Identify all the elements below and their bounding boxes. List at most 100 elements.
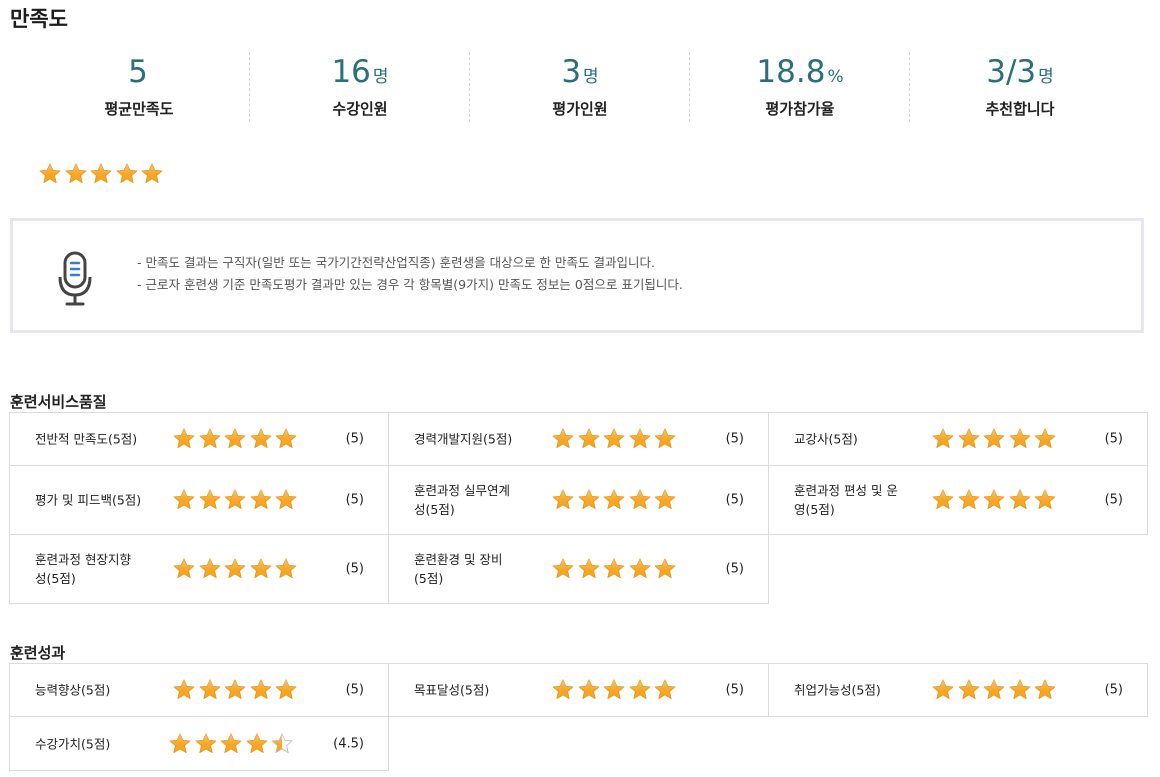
rating-cell: 목표달성(5점) (5) <box>388 663 769 717</box>
star-icon <box>274 557 298 581</box>
stat-value: 3 <box>561 54 582 90</box>
star-icon <box>168 732 192 756</box>
star-icon <box>270 732 294 756</box>
star-icon <box>628 678 652 702</box>
stat-value: 16 <box>331 54 371 90</box>
star-rating <box>931 678 1059 702</box>
training-outcome-grid: 능력향상(5점) (5) 목표달성(5점) (5) 취업가능성(5점) (5) … <box>9 663 1148 771</box>
star-icon <box>140 162 164 186</box>
star-icon <box>577 488 601 512</box>
star-icon <box>551 678 575 702</box>
star-icon <box>223 557 247 581</box>
star-icon <box>172 427 196 451</box>
notice-box: - 만족도 결과는 구직자(일반 또는 국가기간전략산업직종) 훈련생을 대상으… <box>10 218 1144 333</box>
rating-cell: 교강사(5점) (5) <box>768 412 1148 466</box>
star-icon <box>957 427 981 451</box>
star-icon <box>198 427 222 451</box>
star-icon <box>982 488 1006 512</box>
rating-cell: 경력개발지원(5점) (5) <box>388 412 769 466</box>
microphone-icon <box>57 251 97 307</box>
rating-score: (5) <box>1104 682 1123 698</box>
rating-score: (5) <box>345 492 364 508</box>
star-icon <box>1033 488 1057 512</box>
star-icon <box>198 488 222 512</box>
star-rating <box>172 427 300 451</box>
star-icon <box>931 678 955 702</box>
stat-label: 수강인원 <box>332 100 388 118</box>
star-icon <box>653 427 677 451</box>
star-rating <box>551 488 679 512</box>
rating-label: 수강가치(5점) <box>35 736 111 751</box>
star-icon <box>602 678 626 702</box>
star-icon <box>38 162 62 186</box>
rating-cell: 평가 및 피드백(5점) (5) <box>9 465 389 535</box>
star-icon <box>628 557 652 581</box>
service-quality-grid: 전반적 만족도(5점) (5) 경력개발지원(5점) (5) 교강사(5점) (… <box>9 412 1148 604</box>
star-icon <box>653 678 677 702</box>
star-icon <box>957 488 981 512</box>
stat-participation-rate: 18.8% 평가참가율 <box>689 52 910 122</box>
star-icon <box>551 488 575 512</box>
stat-label: 평가참가율 <box>765 100 835 118</box>
stat-value: 5 <box>128 54 148 90</box>
star-icon <box>223 427 247 451</box>
rating-label: 경력개발지원(5점) <box>414 431 513 447</box>
rating-score: (5) <box>725 492 744 508</box>
star-icon <box>249 427 273 451</box>
rating-cell: 훈련환경 및 장비(5점) (5) <box>388 534 769 604</box>
rating-cell: 전반적 만족도(5점) (5) <box>9 412 389 466</box>
star-rating <box>551 678 679 702</box>
star-icon <box>274 678 298 702</box>
star-icon <box>249 678 273 702</box>
rating-label: 훈련과정 편성 및 운영(5점) <box>794 483 898 517</box>
notice-line: - 만족도 결과는 구직자(일반 또는 국가기간전략산업직종) 훈련생을 대상으… <box>137 255 655 270</box>
rating-label: 훈련과정 실무연계성(5점) <box>414 483 510 517</box>
stat-unit: 명 <box>1038 67 1054 87</box>
rating-score: (5) <box>725 431 744 447</box>
rating-score: (5) <box>345 431 364 447</box>
star-icon <box>219 732 243 756</box>
star-icon <box>653 557 677 581</box>
rating-score: (5) <box>725 561 744 577</box>
star-icon <box>551 557 575 581</box>
rating-label: 능력향상(5점) <box>35 682 111 698</box>
star-icon <box>115 162 139 186</box>
rating-cell: 취업가능성(5점) (5) <box>768 663 1148 717</box>
star-rating <box>168 732 296 756</box>
rating-cell: 훈련과정 편성 및 운영(5점) (5) <box>768 465 1148 535</box>
star-icon <box>628 488 652 512</box>
stat-label: 평가인원 <box>552 100 608 118</box>
stat-label: 추천합니다 <box>985 100 1055 118</box>
notice-line: - 근로자 훈련생 기준 만족도평가 결과만 있는 경우 각 항목별(9가지) … <box>137 277 683 292</box>
star-icon <box>1008 488 1032 512</box>
rating-score: (5) <box>1104 431 1123 447</box>
rating-score: (5) <box>725 682 744 698</box>
rating-label: 훈련과정 현장지향성(5점) <box>35 552 131 586</box>
star-icon <box>931 488 955 512</box>
star-icon <box>274 488 298 512</box>
star-icon <box>931 427 955 451</box>
summary-stats: 5 평균만족도 16 명 수강인원 3명 평가인원 18.8% 평가참가율 3/3… <box>29 52 1129 122</box>
rating-label: 취업가능성(5점) <box>794 682 881 698</box>
stat-value: 3/3 <box>986 54 1037 90</box>
star-icon <box>274 427 298 451</box>
stat-unit: % <box>827 67 844 87</box>
star-icon <box>551 427 575 451</box>
star-icon <box>577 557 601 581</box>
star-icon <box>577 678 601 702</box>
rating-cell: 능력향상(5점) (5) <box>9 663 389 717</box>
star-icon <box>577 427 601 451</box>
star-rating <box>931 427 1059 451</box>
rating-label: 교강사(5점) <box>794 431 858 447</box>
rating-label: 목표달성(5점) <box>414 682 490 698</box>
star-icon <box>249 557 273 581</box>
star-icon <box>1033 678 1057 702</box>
section-title-service-quality: 훈련서비스품질 <box>10 393 107 411</box>
stat-unit: 명 <box>372 67 389 87</box>
star-icon <box>223 488 247 512</box>
star-icon <box>194 732 218 756</box>
star-rating <box>172 678 300 702</box>
rating-label: 훈련환경 및 장비(5점) <box>414 552 503 586</box>
stat-evaluators: 3명 평가인원 <box>469 52 690 122</box>
rating-score: (4.5) <box>333 736 364 751</box>
